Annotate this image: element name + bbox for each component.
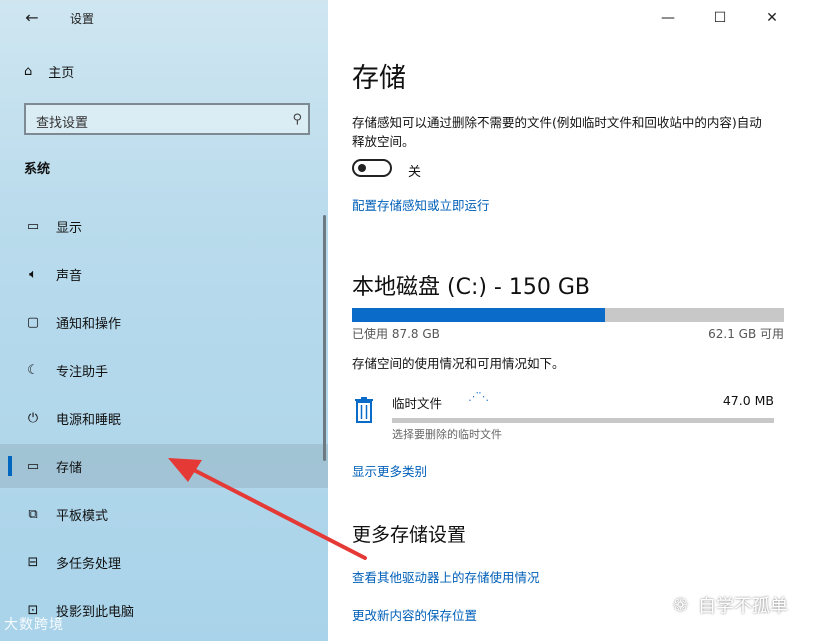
disk-title: 本地磁盘 (C:) - 150 GB — [352, 275, 590, 300]
storage-sense-toggle[interactable] — [352, 159, 392, 177]
disk-usage-fill — [352, 308, 605, 322]
sidebar-item-label: 声音 — [56, 268, 83, 284]
disk-usage-bar — [352, 308, 784, 322]
window-controls: — ☐ ✕ — [642, 6, 798, 30]
sidebar-item-label: 多任务处理 — [56, 556, 122, 572]
power-icon: ⏻ — [27, 410, 39, 426]
sidebar-group-label: 系统 — [24, 162, 51, 177]
back-arrow-icon[interactable]: ← — [22, 7, 42, 27]
usage-description: 存储空间的使用情况和可用情况如下。 — [352, 356, 565, 371]
storage-sense-description: 存储感知可以通过删除不需要的文件(例如临时文件和回收站中的内容)自动释放空间。 — [352, 115, 762, 149]
page-title: 存储 — [352, 63, 406, 94]
tablet-icon: ⧉ — [28, 506, 38, 522]
other-drives-link[interactable]: 查看其他驱动器上的存储使用情况 — [352, 567, 540, 586]
sidebar-item-display[interactable]: ▭ 显示 — [0, 204, 328, 248]
save-location-link[interactable]: 更改新内容的保存位置 — [352, 605, 477, 624]
maximize-icon[interactable]: ☐ — [694, 6, 746, 30]
notification-icon: ▢ — [26, 314, 40, 330]
wechat-watermark-text: 自学不孤单 — [698, 596, 788, 617]
sidebar-item-label: 显示 — [56, 220, 83, 236]
sidebar-item-storage[interactable]: ▭ 存储 — [0, 444, 328, 488]
search-input[interactable]: 查找设置 ⚲ — [24, 103, 310, 135]
temp-files-subtext: 选择要删除的临时文件 — [392, 428, 502, 441]
trash-icon — [354, 397, 374, 423]
moon-icon: ☾ — [27, 362, 39, 378]
display-icon: ▭ — [26, 218, 40, 234]
toggle-knob — [358, 164, 366, 172]
temp-files-label[interactable]: 临时文件 — [392, 393, 442, 412]
close-icon[interactable]: ✕ — [746, 6, 798, 30]
sidebar-item-multitasking[interactable]: ⊟ 多任务处理 — [0, 540, 328, 584]
minimize-icon[interactable]: — — [642, 6, 694, 30]
storage-icon: ▭ — [26, 458, 40, 474]
sidebar-item-label: 专注助手 — [56, 364, 109, 380]
temp-files-size: 47.0 MB — [722, 393, 774, 408]
disk-available-label: 62.1 GB 可用 — [708, 327, 784, 341]
wechat-watermark: ❁ 自学不孤单 — [673, 592, 788, 618]
sidebar-item-label: 通知和操作 — [56, 316, 122, 332]
sidebar-scrollbar[interactable] — [323, 215, 326, 461]
sidebar-item-tablet[interactable]: ⧉ 平板模式 — [0, 492, 328, 536]
loading-spinner-icon: ⋰⋱ — [468, 390, 489, 403]
sidebar-item-sound[interactable]: 🔈︎ 声音 — [0, 252, 328, 296]
sidebar-item-focus[interactable]: ☾ 专注助手 — [0, 348, 328, 392]
sidebar-item-power[interactable]: ⏻ 电源和睡眠 — [0, 396, 328, 440]
sidebar-item-label: 存储 — [56, 460, 83, 476]
sidebar: ← 设置 ⌂ 主页 查找设置 ⚲ 系统 ▭ 显示 🔈︎ 声音 ▢ 通知和操作 ☾… — [0, 0, 328, 641]
watermark-bottom-left: 大数跨境 — [4, 617, 64, 633]
disk-used-label: 已使用 87.8 GB — [352, 327, 440, 341]
configure-storage-sense-link[interactable]: 配置存储感知或立即运行 — [352, 195, 490, 214]
temp-files-bar — [392, 418, 774, 423]
main-content: — ☐ ✕ 存储 存储感知可以通过删除不需要的文件(例如临时文件和回收站中的内容… — [328, 0, 816, 641]
sidebar-item-home[interactable]: ⌂ 主页 — [24, 62, 74, 81]
search-icon: ⚲ — [292, 112, 302, 127]
home-icon: ⌂ — [24, 64, 33, 79]
app-title: 设置 — [70, 12, 95, 26]
sidebar-item-label: 投影到此电脑 — [56, 604, 135, 620]
search-placeholder: 查找设置 — [36, 116, 89, 131]
wechat-icon: ❁ — [672, 594, 688, 616]
multitask-icon: ⊟ — [27, 554, 39, 570]
sidebar-item-notifications[interactable]: ▢ 通知和操作 — [0, 300, 328, 344]
show-more-categories-link[interactable]: 显示更多类别 — [352, 461, 427, 480]
sidebar-item-label: 平板模式 — [56, 508, 109, 524]
title-bar-left: ← 设置 — [0, 0, 328, 36]
home-label: 主页 — [48, 66, 75, 81]
more-storage-settings-title: 更多存储设置 — [352, 524, 467, 546]
toggle-state-label: 关 — [408, 165, 422, 180]
speaker-icon: 🔈︎ — [29, 266, 37, 282]
sidebar-item-label: 电源和睡眠 — [56, 412, 122, 428]
